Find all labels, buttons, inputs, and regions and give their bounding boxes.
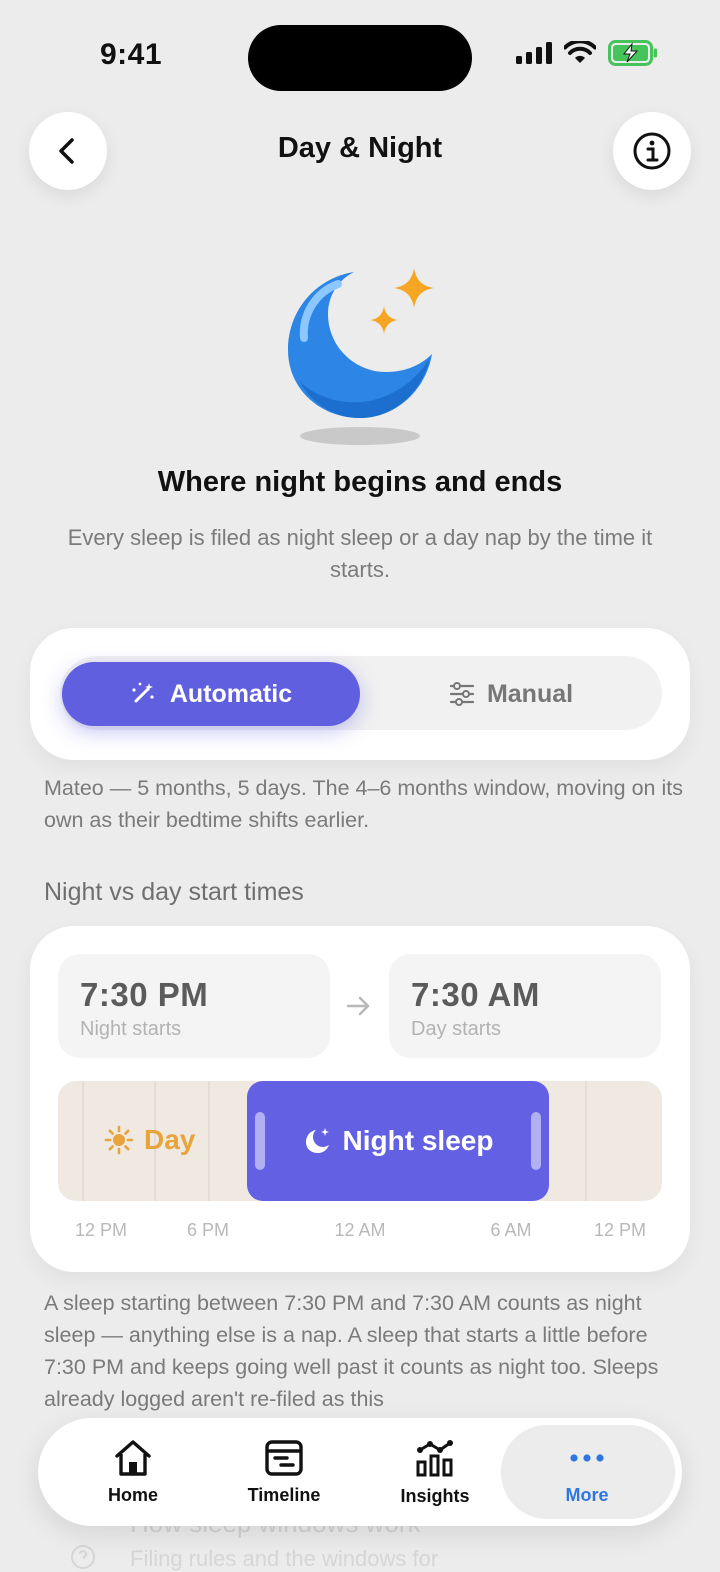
- night-end-handle[interactable]: [531, 1112, 541, 1170]
- tab-insights-label: Insights: [400, 1485, 470, 1506]
- section-label: Night vs day start times: [44, 878, 304, 906]
- night-sleep-range[interactable]: Night sleep: [247, 1081, 549, 1201]
- tab-home[interactable]: Home: [58, 1418, 208, 1526]
- info-button[interactable]: [613, 112, 691, 190]
- tab-home-label: Home: [107, 1484, 158, 1505]
- home-icon: [115, 1439, 151, 1476]
- tab-more[interactable]: More: [512, 1418, 662, 1526]
- info-icon: [633, 132, 671, 170]
- hero-title: Where night begins and ends: [157, 466, 563, 498]
- signal-icon: [516, 42, 552, 64]
- tab-insights[interactable]: Insights: [360, 1418, 510, 1526]
- arrow-right-icon: [346, 996, 370, 1016]
- status-icons: [516, 40, 658, 66]
- day-start-box[interactable]: 7:30 AM Day starts: [389, 954, 661, 1058]
- magic-wand-icon: [132, 682, 154, 703]
- sun-icon: [104, 1125, 134, 1155]
- day-label: Day: [144, 1124, 196, 1155]
- automatic-mode-button[interactable]: Automatic: [62, 662, 360, 726]
- sliders-icon: [449, 682, 475, 706]
- hero-subtitle: Every sleep is filed as night sleep or a…: [67, 525, 653, 582]
- tab-timeline-label: Timeline: [247, 1484, 321, 1505]
- tick-label: 12 PM: [74, 1220, 128, 1240]
- tick-label: 12 AM: [334, 1220, 386, 1240]
- insights-icon: [416, 1439, 453, 1476]
- page-title: Day & Night: [277, 132, 443, 164]
- wifi-icon: [564, 41, 596, 63]
- day-start-time: 7:30 AM: [411, 976, 540, 1013]
- timeline-icon: [265, 1439, 303, 1476]
- day-segment: Day: [104, 1124, 195, 1156]
- more-icon: [570, 1453, 604, 1462]
- manual-label: Manual: [486, 679, 574, 708]
- day-start-label: Day starts: [411, 1018, 502, 1040]
- tab-more-label: More: [565, 1484, 609, 1505]
- behind-row-subtitle: Filing rules and the windows for: [130, 1546, 439, 1571]
- explanation-text: A sleep starting between 7:30 PM and 7:3…: [44, 1291, 659, 1411]
- status-time: 9:41: [100, 38, 163, 71]
- moon-icon: [305, 1128, 329, 1153]
- battery-icon: [608, 40, 657, 66]
- tick-label: 6 PM: [186, 1220, 229, 1240]
- help-icon: [71, 1545, 95, 1569]
- automatic-label: Automatic: [169, 679, 293, 708]
- night-sleep-label: Night sleep: [342, 1125, 494, 1156]
- manual-mode-button[interactable]: Manual: [362, 662, 660, 726]
- moon-stars-icon: [288, 268, 434, 445]
- night-start-time: 7:30 PM: [80, 976, 209, 1013]
- tick-label: 12 PM: [593, 1220, 647, 1240]
- night-start-box[interactable]: 7:30 PM Night starts: [58, 954, 330, 1058]
- night-start-handle[interactable]: [255, 1112, 265, 1170]
- night-start-label: Night starts: [80, 1018, 182, 1040]
- dynamic-island: [248, 25, 472, 91]
- mode-note: Mateo — 5 months, 5 days. The 4–6 months…: [44, 776, 683, 832]
- tab-timeline[interactable]: Timeline: [209, 1418, 359, 1526]
- tick-label: 6 AM: [490, 1220, 532, 1240]
